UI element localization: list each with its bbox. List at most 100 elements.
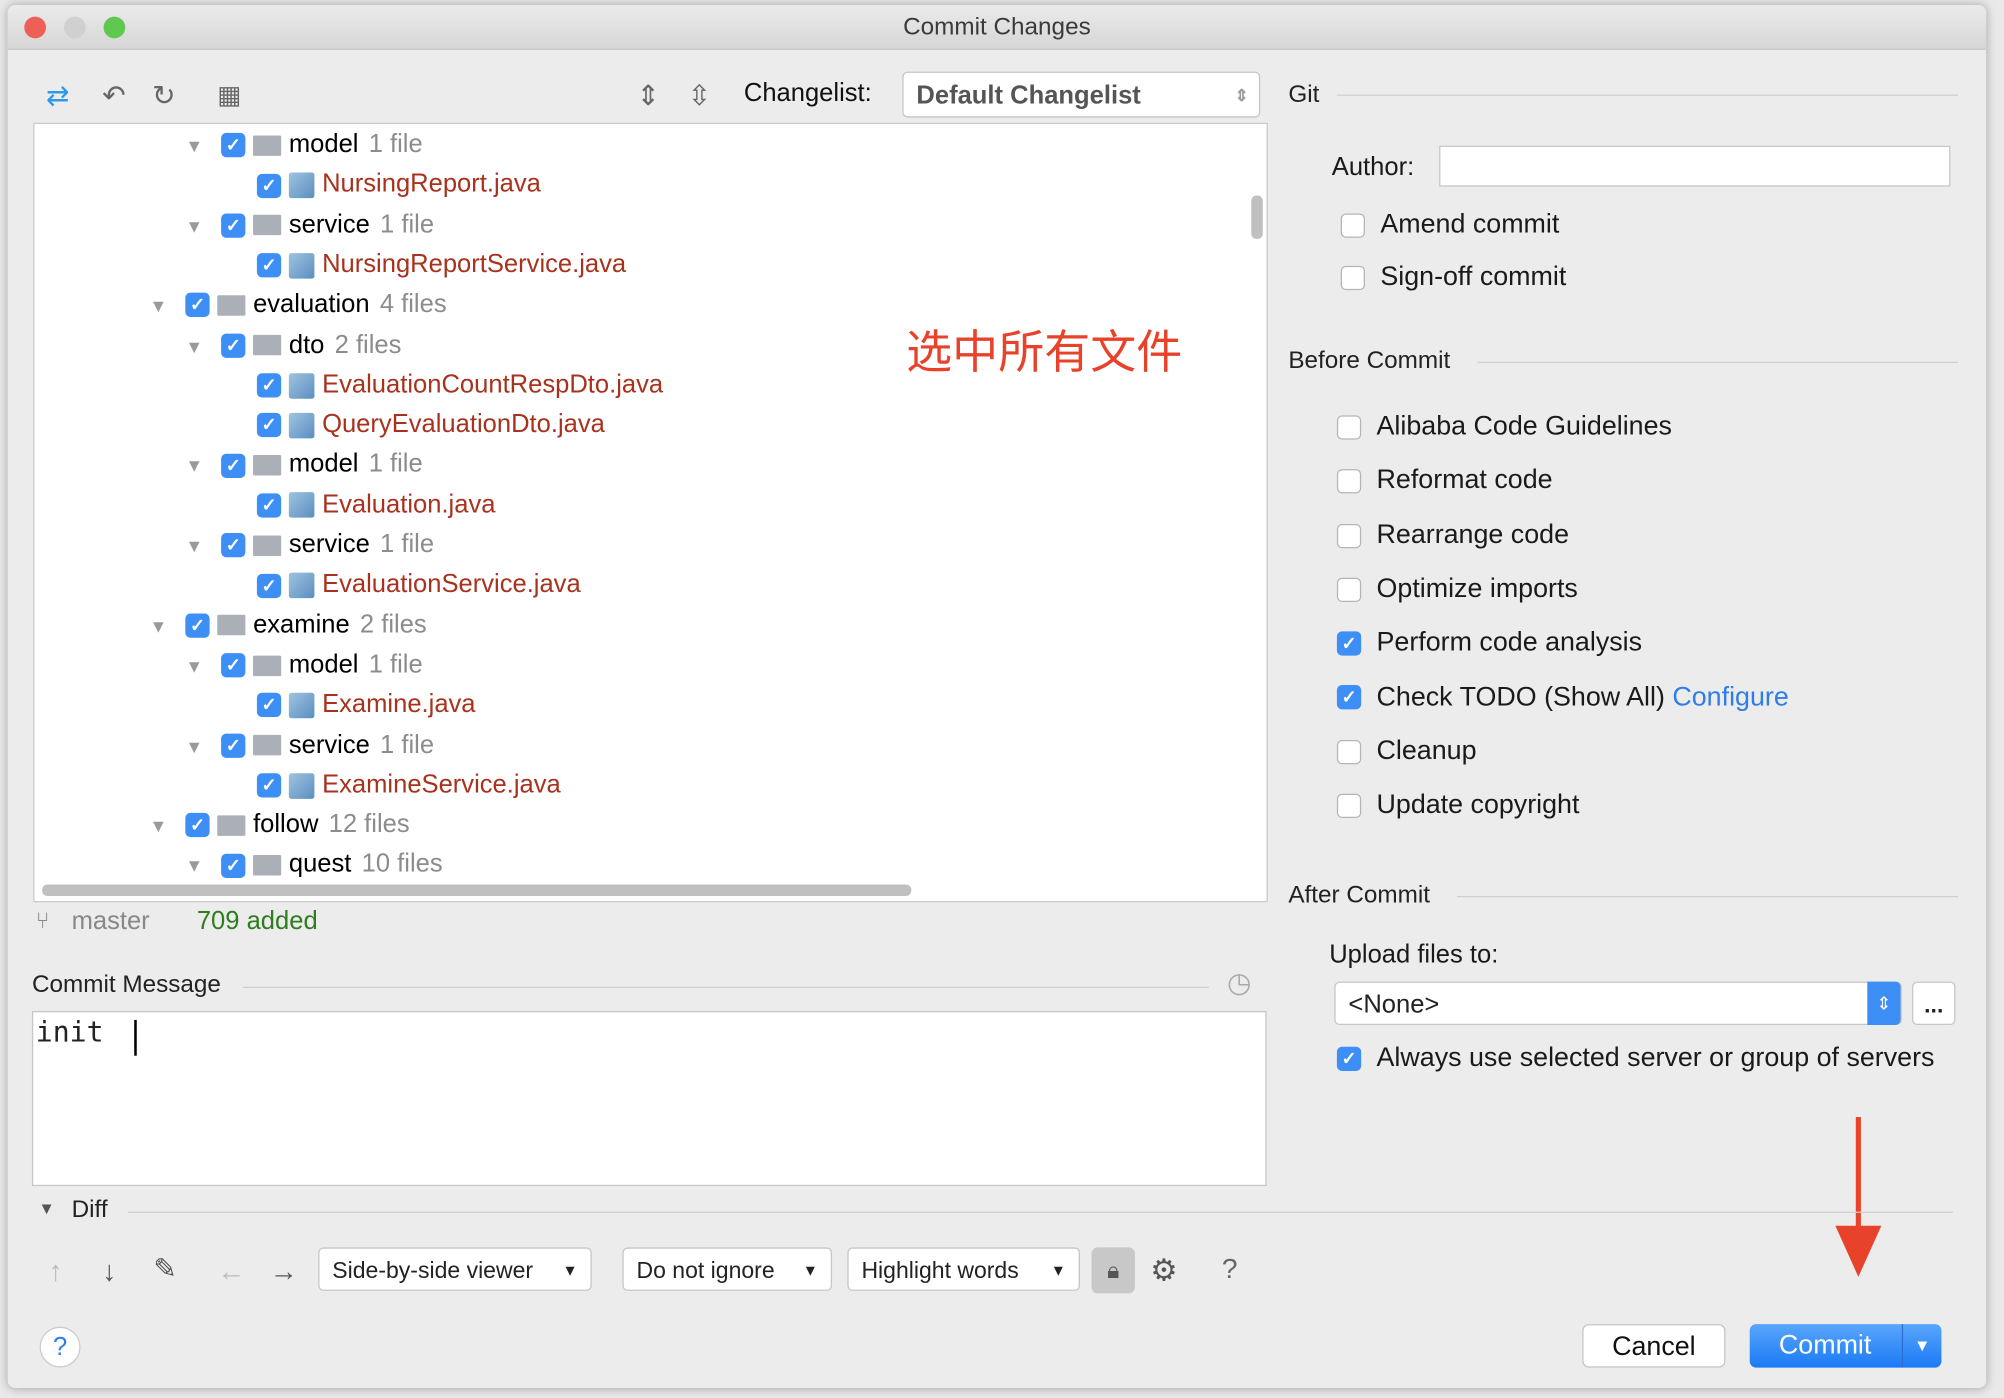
- tree-row[interactable]: ▼ ✓ examine 2 files: [150, 605, 427, 645]
- checkbox-unchecked[interactable]: [1336, 739, 1362, 764]
- tree-row[interactable]: ✓ Examine.java: [221, 685, 476, 725]
- tree-row[interactable]: ▼ ✓ model 1 file: [185, 645, 422, 685]
- vertical-scrollbar[interactable]: [1251, 195, 1263, 240]
- checkbox-unchecked[interactable]: [1340, 265, 1366, 291]
- highlight-select[interactable]: Highlight words ▼: [847, 1247, 1080, 1291]
- changes-tree[interactable]: 选中所有文件 ▼ ✓ model 1 file ✓ NursingReport.java ▼…: [33, 122, 1268, 903]
- upload-select[interactable]: <None> ⇕: [1334, 981, 1902, 1026]
- diff-help-icon[interactable]: ?: [1222, 1253, 1238, 1286]
- checkbox-unchecked[interactable]: [1340, 213, 1366, 238]
- group-by-icon[interactable]: ▦: [217, 79, 241, 111]
- checkbox-checked[interactable]: ✓: [221, 533, 246, 558]
- changelist-select[interactable]: Default Changelist ⇕: [902, 71, 1261, 118]
- tree-row[interactable]: ✓ NursingReportService.java: [221, 245, 626, 285]
- cleanup-checkbox[interactable]: Cleanup: [1336, 736, 1477, 767]
- checkbox-checked[interactable]: ✓: [256, 573, 282, 598]
- close-button[interactable]: [24, 16, 47, 39]
- history-icon[interactable]: ◷: [1227, 966, 1252, 999]
- commit-message-input[interactable]: init: [31, 1010, 1267, 1187]
- perform-code-analysis-checkbox[interactable]: ✓ Perform code analysis: [1336, 628, 1642, 659]
- checkbox-checked[interactable]: ✓: [221, 853, 246, 878]
- zoom-button[interactable]: [103, 16, 126, 39]
- previous-file-icon[interactable]: ←: [217, 1255, 245, 1288]
- configure-link[interactable]: Configure: [1672, 682, 1788, 711]
- checkbox-checked[interactable]: ✓: [256, 493, 282, 518]
- edit-icon[interactable]: ✎: [153, 1253, 177, 1286]
- horizontal-scrollbar[interactable]: [42, 884, 912, 896]
- checkbox-checked[interactable]: ✓: [185, 293, 210, 318]
- tree-row[interactable]: ▼ ✓ dto 2 files: [185, 325, 401, 365]
- checkbox-checked[interactable]: ✓: [1336, 1046, 1362, 1071]
- checkbox-checked[interactable]: ✓: [256, 693, 282, 718]
- checkbox-checked[interactable]: ✓: [221, 653, 246, 678]
- gear-icon[interactable]: ⚙: [1150, 1253, 1177, 1290]
- checkbox-checked[interactable]: ✓: [221, 133, 246, 158]
- lock-icon[interactable]: 🔒︎: [1091, 1247, 1135, 1294]
- tree-row[interactable]: ▼ ✓ service 1 file: [185, 525, 434, 565]
- ignore-select[interactable]: Do not ignore ▼: [622, 1247, 833, 1291]
- checkbox-checked[interactable]: ✓: [185, 613, 210, 638]
- checkbox-unchecked[interactable]: [1336, 469, 1362, 494]
- collapse-diff-icon[interactable]: ▼: [38, 1199, 54, 1218]
- next-file-icon[interactable]: →: [270, 1255, 298, 1288]
- rollback-icon[interactable]: ↶: [102, 79, 126, 112]
- checkbox-checked[interactable]: ✓: [256, 773, 282, 798]
- expand-triangle-icon[interactable]: ▼: [185, 647, 221, 687]
- tree-row[interactable]: ✓ QueryEvaluationDto.java: [221, 405, 605, 445]
- always-use-server-checkbox[interactable]: ✓ Always use selected server or group of …: [1336, 1043, 1934, 1074]
- minimize-button[interactable]: [63, 16, 86, 39]
- author-input[interactable]: [1439, 145, 1951, 187]
- expand-triangle-icon[interactable]: ▼: [185, 847, 221, 887]
- update-copyright-checkbox[interactable]: Update copyright: [1336, 790, 1579, 821]
- tree-row[interactable]: ▼ ✓ follow 12 files: [150, 805, 410, 845]
- expand-triangle-icon[interactable]: ▼: [185, 327, 221, 367]
- checkbox-checked[interactable]: ✓: [256, 413, 282, 438]
- tree-row[interactable]: ▼ ✓ service 1 file: [185, 725, 434, 765]
- tree-row[interactable]: ▼ ✓ model 1 file: [185, 125, 422, 165]
- collapse-all-icon[interactable]: ⇳: [688, 79, 712, 112]
- reformat-code-checkbox[interactable]: Reformat code: [1336, 466, 1553, 497]
- viewer-select[interactable]: Side-by-side viewer ▼: [318, 1247, 592, 1291]
- tree-row[interactable]: ✓ ExamineService.java: [221, 765, 561, 805]
- expand-triangle-icon[interactable]: ▼: [150, 607, 186, 647]
- tree-row[interactable]: ▼ ✓ model 1 file: [185, 445, 422, 485]
- expand-triangle-icon[interactable]: ▼: [185, 527, 221, 567]
- expand-triangle-icon[interactable]: ▼: [150, 287, 186, 327]
- checkbox-checked[interactable]: ✓: [256, 173, 282, 198]
- tree-row[interactable]: ▼ ✓ evaluation 4 files: [150, 285, 447, 325]
- checkbox-checked[interactable]: ✓: [221, 213, 246, 238]
- expand-triangle-icon[interactable]: ▼: [185, 727, 221, 767]
- checkbox-unchecked[interactable]: [1336, 577, 1362, 602]
- tree-row[interactable]: ✓ NursingReport.java: [221, 165, 541, 205]
- tree-row[interactable]: ✓ EvaluationService.java: [221, 565, 581, 605]
- checkbox-checked[interactable]: ✓: [256, 373, 282, 398]
- checkbox-checked[interactable]: ✓: [221, 453, 246, 478]
- help-button[interactable]: ?: [39, 1326, 81, 1368]
- optimize-imports-checkbox[interactable]: Optimize imports: [1336, 574, 1578, 605]
- expand-triangle-icon[interactable]: ▼: [185, 447, 221, 487]
- commit-options-dropdown-icon[interactable]: ▼: [1901, 1324, 1942, 1368]
- rearrange-code-checkbox[interactable]: Rearrange code: [1336, 520, 1569, 551]
- alibaba-code-guidelines-checkbox[interactable]: Alibaba Code Guidelines: [1336, 412, 1672, 443]
- amend-commit-checkbox[interactable]: Amend commit: [1340, 210, 1559, 241]
- checkbox-checked[interactable]: ✓: [185, 813, 210, 838]
- expand-triangle-icon[interactable]: ▼: [185, 127, 221, 167]
- checkbox-checked[interactable]: ✓: [256, 253, 282, 278]
- check-todo-show-all-checkbox[interactable]: ✓ Check TODO (Show All) Configure: [1336, 682, 1789, 713]
- checkbox-checked[interactable]: ✓: [221, 333, 246, 358]
- tree-row[interactable]: ✓ Evaluation.java: [221, 485, 495, 525]
- checkbox-checked[interactable]: ✓: [1336, 685, 1362, 710]
- tree-row[interactable]: ▼ ✓ service 1 file: [185, 205, 434, 245]
- browse-button[interactable]: ...: [1912, 981, 1956, 1026]
- expand-all-icon[interactable]: ⇕: [636, 79, 660, 112]
- commit-button[interactable]: Commit ▼: [1749, 1324, 1942, 1368]
- cancel-button[interactable]: Cancel: [1582, 1324, 1726, 1368]
- tree-row[interactable]: ▼ ✓ quest 10 files: [185, 845, 442, 885]
- expand-triangle-icon[interactable]: ▼: [150, 807, 186, 847]
- checkbox-unchecked[interactable]: [1336, 415, 1362, 440]
- checkbox-checked[interactable]: ✓: [221, 733, 246, 758]
- sign-off-commit-checkbox[interactable]: Sign-off commit: [1340, 262, 1566, 293]
- show-diff-icon[interactable]: ⇄: [46, 79, 70, 112]
- expand-triangle-icon[interactable]: ▼: [185, 207, 221, 247]
- checkbox-unchecked[interactable]: [1336, 793, 1362, 819]
